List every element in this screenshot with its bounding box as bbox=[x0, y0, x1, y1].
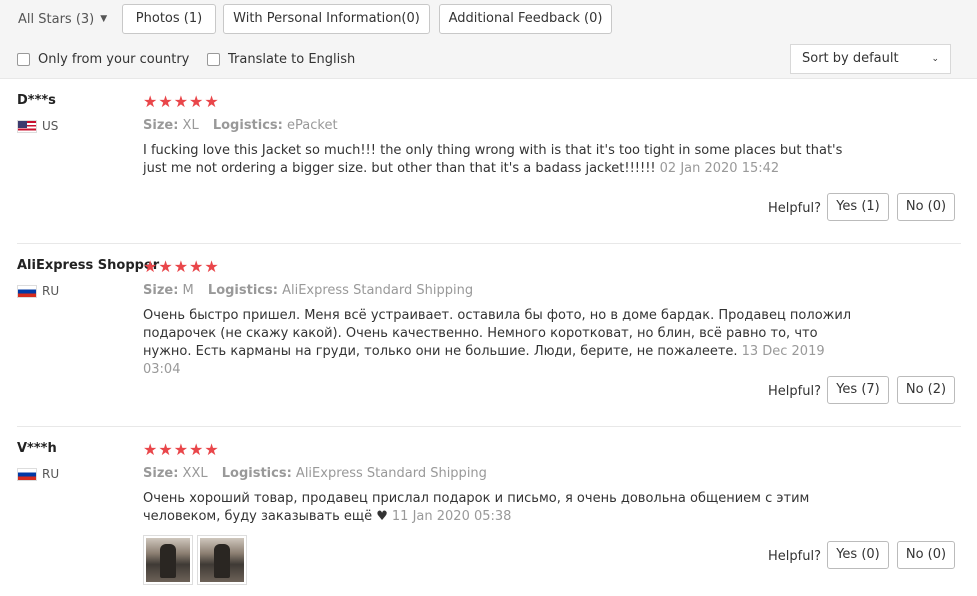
helpful-yes-button[interactable]: Yes (0) bbox=[827, 541, 889, 569]
size-value: M bbox=[182, 283, 194, 298]
sort-label: Sort by default bbox=[802, 51, 899, 66]
jacket-photo bbox=[146, 538, 190, 582]
size-label: Size: bbox=[143, 466, 179, 481]
country-code: RU bbox=[42, 284, 60, 298]
logistics-value: AliExpress Standard Shipping bbox=[282, 283, 474, 298]
translate-label: Translate to English bbox=[228, 52, 356, 67]
only-country-checkbox[interactable]: Only from your country bbox=[17, 52, 189, 67]
size-label: Size: bbox=[143, 118, 179, 133]
logistics-value: ePacket bbox=[287, 118, 338, 133]
helpful-no-button[interactable]: No (2) bbox=[897, 376, 955, 404]
reviewer-country: RU bbox=[17, 467, 59, 481]
chevron-down-icon: ⌄ bbox=[931, 54, 939, 64]
size-value: XXL bbox=[182, 466, 208, 481]
order-info: Size: M Logistics: AliExpress Standard S… bbox=[143, 283, 473, 298]
star-rating: ★★★★★ bbox=[143, 257, 220, 276]
checkbox-box[interactable] bbox=[207, 53, 220, 66]
logistics-value: AliExpress Standard Shipping bbox=[295, 466, 487, 481]
logistics-label: Logistics: bbox=[207, 283, 278, 298]
helpful-label: Helpful? bbox=[768, 549, 821, 564]
reviewer-name: D***s bbox=[17, 93, 56, 108]
star-rating: ★★★★★ bbox=[143, 440, 220, 459]
reviewer-country: RU bbox=[17, 284, 59, 298]
translate-checkbox[interactable]: Translate to English bbox=[207, 52, 355, 67]
helpful-label: Helpful? bbox=[768, 384, 821, 399]
logistics-label: Logistics: bbox=[212, 118, 283, 133]
ru-flag-icon bbox=[17, 284, 37, 298]
personal-info-filter-button[interactable]: With Personal Information(0) bbox=[223, 4, 430, 34]
only-country-label: Only from your country bbox=[38, 52, 190, 67]
options-bar: Only from your country Translate to Engl… bbox=[0, 40, 977, 79]
country-code: RU bbox=[42, 467, 60, 481]
star-filter-label: All Stars (3) bbox=[18, 12, 95, 27]
additional-feedback-filter-button[interactable]: Additional Feedback (0) bbox=[439, 4, 612, 34]
ru-flag-icon bbox=[17, 467, 37, 481]
helpful-no-button[interactable]: No (0) bbox=[897, 541, 955, 569]
logistics-label: Logistics: bbox=[221, 466, 292, 481]
review-text: I fucking love this Jacket so much!!! th… bbox=[143, 142, 863, 178]
size-label: Size: bbox=[143, 283, 179, 298]
helpful-yes-button[interactable]: Yes (1) bbox=[827, 193, 889, 221]
star-filter-dropdown[interactable]: All Stars (3) ▼ bbox=[18, 12, 107, 27]
review-date: 02 Jan 2020 15:42 bbox=[659, 161, 780, 176]
size-value: XL bbox=[182, 118, 199, 133]
review-text: Очень быстро пришел. Меня всё устраивает… bbox=[143, 307, 863, 379]
divider bbox=[17, 426, 961, 427]
helpful-no-button[interactable]: No (0) bbox=[897, 193, 955, 221]
review-text: Очень хороший товар, продавец прислал по… bbox=[143, 490, 863, 526]
checkbox-box[interactable] bbox=[17, 53, 30, 66]
review-date: 11 Jan 2020 05:38 bbox=[391, 509, 512, 524]
photos-filter-button[interactable]: Photos (1) bbox=[122, 4, 216, 34]
us-flag-icon bbox=[17, 119, 37, 133]
jacket-photo bbox=[200, 538, 244, 582]
review-photo-thumbnail[interactable] bbox=[197, 535, 247, 585]
order-info: Size: XL Logistics: ePacket bbox=[143, 118, 338, 133]
country-code: US bbox=[42, 119, 59, 133]
divider bbox=[17, 243, 961, 244]
reviewer-name: V***h bbox=[17, 441, 57, 456]
chevron-down-icon: ▼ bbox=[100, 14, 108, 24]
review-photo-thumbnail[interactable] bbox=[143, 535, 193, 585]
sort-dropdown[interactable]: Sort by default ⌄ bbox=[790, 44, 951, 74]
helpful-yes-button[interactable]: Yes (7) bbox=[827, 376, 889, 404]
order-info: Size: XXL Logistics: AliExpress Standard… bbox=[143, 466, 487, 481]
reviewer-country: US bbox=[17, 119, 58, 133]
reviewer-name: AliExpress Shopper bbox=[17, 258, 160, 273]
star-rating: ★★★★★ bbox=[143, 92, 220, 111]
helpful-label: Helpful? bbox=[768, 201, 821, 216]
filter-bar: All Stars (3) ▼ Photos (1) With Personal … bbox=[0, 0, 977, 40]
